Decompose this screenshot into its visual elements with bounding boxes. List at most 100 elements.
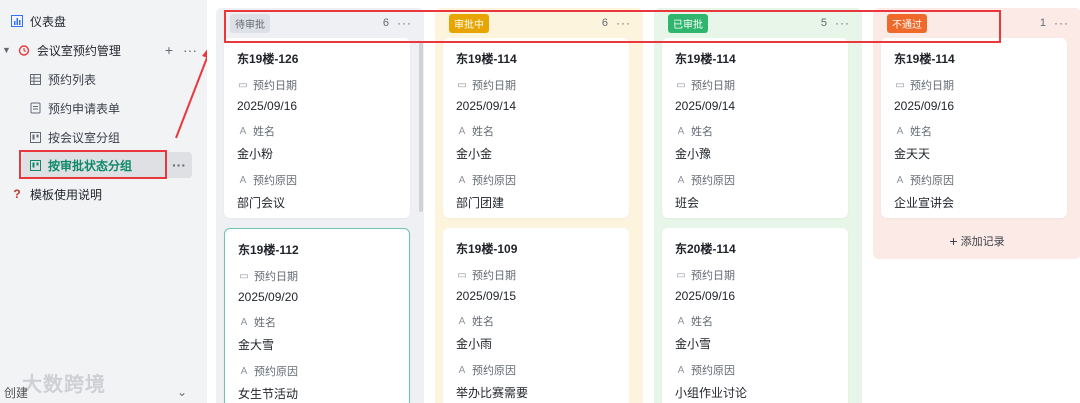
calendar-icon: ▭	[457, 79, 467, 91]
field-value-reason: 小组作业讨论	[675, 386, 748, 400]
alarm-clock-icon	[17, 43, 31, 57]
sidebar-item-reservation-list[interactable]: 预约列表	[28, 66, 188, 92]
question-mark-icon: ?	[13, 187, 21, 201]
field-label-date: ▭ 预约日期	[239, 270, 298, 284]
field-value-date: 2025/09/20	[238, 290, 299, 304]
record-card[interactable]: 东19楼-109 ▭ 预约日期 2025/09/15 A 姓名 金小雨 A 预约原因 …	[443, 228, 629, 403]
chevron-down-icon[interactable]: ⌄	[177, 385, 187, 399]
column-count: 1	[1039, 17, 1046, 29]
field-value-name: 金小雨	[456, 337, 493, 351]
text-field-icon: A	[677, 315, 685, 327]
text-field-icon: A	[458, 315, 466, 327]
field-label-date: ▭ 预约日期	[238, 79, 297, 93]
field-label-name: A 姓名	[675, 313, 835, 329]
card-title: 东19楼-114	[894, 52, 955, 66]
field-value-date: 2025/09/16	[675, 289, 736, 303]
field-value-date: 2025/09/15	[456, 289, 517, 303]
field-label-reason: A 预约原因	[238, 363, 396, 379]
field-label-name: A 姓名	[456, 123, 616, 139]
text-field-icon: A	[677, 364, 685, 376]
field-label-name: A 姓名	[675, 123, 835, 139]
caret-down-icon[interactable]: ▼	[2, 45, 11, 55]
nav-template-help[interactable]: ? 模板使用说明	[10, 181, 200, 207]
calendar-icon: ▭	[676, 79, 686, 91]
plus-icon: +	[949, 233, 958, 249]
more-icon[interactable]: ···	[1054, 16, 1069, 30]
text-field-icon: A	[458, 125, 466, 137]
record-card[interactable]: 东19楼-114 ▭ 预约日期 2025/09/16 A 姓名 金天天 A 预约原因 …	[881, 38, 1067, 218]
record-card[interactable]: 东19楼-126 ▭ 预约日期 2025/09/16 A 姓名 金小粉 A 预约原因 …	[224, 38, 410, 218]
add-record-button[interactable]: + 添加记录	[873, 233, 1080, 249]
text-field-icon: A	[896, 125, 904, 137]
field-value-date: 2025/09/16	[237, 99, 298, 113]
field-value-name: 金小金	[456, 147, 493, 161]
nav-help-label: 模板使用说明	[30, 187, 103, 202]
record-card[interactable]: 东19楼-112 ▭ 预约日期 2025/09/20 A 姓名 金大雪 A 预约原因 …	[224, 228, 410, 403]
record-card[interactable]: 东20楼-114 ▭ 预约日期 2025/09/16 A 姓名 金小雪 A 预约原因 …	[662, 228, 848, 403]
scrollbar[interactable]	[419, 42, 423, 212]
card-title: 东19楼-109	[456, 242, 518, 256]
nav-dashboard[interactable]: 仪表盘	[10, 8, 200, 34]
calendar-icon: ▭	[457, 269, 467, 281]
calendar-icon: ▭	[239, 270, 249, 282]
card-title: 东19楼-114	[456, 52, 517, 66]
field-value-date: 2025/09/14	[456, 99, 517, 113]
text-field-icon: A	[239, 174, 247, 186]
nav-group-label: 会议室预约管理	[36, 43, 121, 58]
field-label-reason: A 预约原因	[237, 172, 397, 188]
text-field-icon: A	[677, 174, 685, 186]
record-card[interactable]: 东19楼-114 ▭ 预约日期 2025/09/14 A 姓名 金小豫 A 预约原因 …	[662, 38, 848, 218]
field-value-reason: 部门团建	[456, 196, 505, 210]
field-value-name: 金天天	[894, 147, 931, 161]
card-title: 东19楼-112	[238, 243, 299, 257]
field-value-name: 金大雪	[238, 338, 275, 352]
more-icon[interactable]: ···	[172, 157, 186, 173]
column-pending: 待审批 6 ··· 东19楼-126 ▭ 预约日期 2025/09/16 A 姓名 …	[216, 8, 424, 403]
active-item-actions: ···	[172, 157, 186, 173]
field-value-date: 2025/09/16	[894, 99, 955, 113]
field-label-name: A 姓名	[894, 123, 1054, 139]
sidebar-item-label: 预约申请表单	[48, 101, 121, 116]
card-title: 东19楼-114	[675, 52, 736, 66]
field-label-reason: A 预约原因	[675, 172, 835, 188]
kanban-board: 待审批 6 ··· 东19楼-126 ▭ 预约日期 2025/09/16 A 姓名 …	[207, 0, 1080, 403]
field-value-reason: 女生节活动	[238, 387, 299, 401]
sidebar-item-application-form[interactable]: 预约申请表单	[28, 95, 188, 121]
field-value-name: 金小豫	[675, 147, 712, 161]
bottom-bar[interactable]: 创建 ⌄	[0, 381, 207, 403]
card-title: 东20楼-114	[675, 242, 736, 256]
calendar-icon: ▭	[238, 79, 248, 91]
field-label-date: ▭ 预约日期	[457, 269, 516, 283]
kanban-icon	[28, 130, 42, 144]
field-label-reason: A 预约原因	[456, 362, 616, 378]
field-label-name: A 姓名	[456, 313, 616, 329]
field-value-reason: 企业宣讲会	[894, 196, 955, 210]
card-title: 东19楼-126	[237, 52, 299, 66]
field-value-name: 金小粉	[237, 147, 274, 161]
record-card[interactable]: 东19楼-114 ▭ 预约日期 2025/09/14 A 姓名 金小金 A 预约原因 …	[443, 38, 629, 218]
dashboard-icon	[10, 14, 24, 28]
text-field-icon: A	[896, 174, 904, 186]
text-field-icon: A	[239, 125, 247, 137]
text-field-icon: A	[240, 316, 248, 328]
column-approved: 已审批 5 ··· 东19楼-114 ▭ 预约日期 2025/09/14 A 姓名 …	[654, 8, 862, 403]
annotation-highlight-box	[19, 150, 167, 179]
column-in-review: 审批中 6 ··· 东19楼-114 ▭ 预约日期 2025/09/14 A 姓名 …	[435, 8, 643, 403]
sidebar-item-group-by-room[interactable]: 按会议室分组	[28, 124, 188, 150]
field-label-reason: A 预约原因	[456, 172, 616, 188]
nav-dashboard-label: 仪表盘	[30, 14, 67, 29]
text-field-icon: A	[458, 364, 466, 376]
field-value-name: 金小雪	[675, 337, 712, 351]
field-value-reason: 班会	[675, 196, 700, 210]
field-label-date: ▭ 预约日期	[676, 269, 735, 283]
field-label-name: A 姓名	[237, 123, 397, 139]
field-label-reason: A 预约原因	[894, 172, 1054, 188]
form-icon	[28, 101, 42, 115]
add-record-label: 添加记录	[960, 236, 1005, 248]
nav-group-meeting-room[interactable]: ▼ 会议室预约管理 + ···	[2, 37, 197, 63]
field-label-reason: A 预约原因	[675, 362, 835, 378]
sidebar-item-label: 预约列表	[48, 72, 97, 87]
field-label-date: ▭ 预约日期	[895, 79, 954, 93]
field-value-reason: 部门会议	[237, 196, 286, 210]
field-label-date: ▭ 预约日期	[676, 79, 735, 93]
